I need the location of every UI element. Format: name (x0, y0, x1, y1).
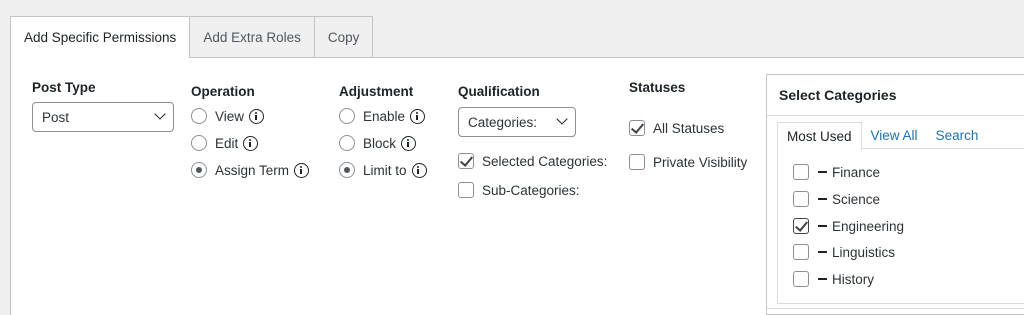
category-label: Finance (832, 164, 881, 180)
category-item-finance[interactable]: Finance (793, 164, 880, 180)
checkbox-selected-categories[interactable] (458, 153, 474, 169)
tab-view-all[interactable]: View All (862, 122, 927, 149)
operation-label-view: View (215, 108, 245, 124)
tab-copy[interactable]: Copy (313, 16, 374, 58)
checkbox-sub-categories[interactable] (458, 182, 474, 198)
qualification-label-selected-categories: Selected Categories: (482, 153, 608, 169)
post-type-heading: Post Type (32, 80, 96, 95)
category-item-history[interactable]: History (793, 271, 874, 287)
adjustment-label-enable: Enable (363, 108, 406, 124)
info-icon[interactable] (249, 108, 265, 124)
qualification-select[interactable]: Categories: (458, 107, 576, 137)
dash-icon (818, 251, 827, 253)
category-list: Finance Science Engineering Linguistics … (777, 148, 1024, 304)
checkbox-all-statuses[interactable] (629, 120, 645, 136)
qualification-option-selected-categories[interactable]: Selected Categories: (458, 151, 607, 171)
category-label: Engineering (832, 218, 905, 234)
status-option-private-visibility[interactable]: Private Visibility (629, 152, 747, 172)
select-categories-title: Select Categories (767, 75, 1024, 116)
checkbox-private-visibility[interactable] (629, 154, 645, 170)
adjustment-heading: Adjustment (339, 84, 414, 99)
checkbox-engineering[interactable] (793, 218, 809, 234)
category-tabs: Most Used View All Search (777, 122, 988, 150)
status-option-all-statuses[interactable]: All Statuses (629, 118, 724, 138)
dash-icon (818, 171, 827, 173)
adjustment-label-limit-to: Limit to (363, 162, 407, 178)
qualification-label-sub-categories: Sub-Categories: (482, 182, 580, 198)
select-categories-box: Select Categories Most Used View All Sea… (766, 74, 1024, 315)
qualification-option-sub-categories[interactable]: Sub-Categories: (458, 180, 580, 200)
chevron-down-icon (154, 108, 166, 120)
operation-option-view[interactable]: View (191, 106, 265, 126)
category-label: History (832, 271, 875, 287)
post-type-select[interactable]: Post (32, 102, 174, 132)
radio-edit[interactable] (191, 135, 207, 151)
statuses-heading: Statuses (629, 80, 686, 95)
permission-tabs: Add Specific Permissions Add Extra Roles… (10, 16, 374, 59)
operation-option-edit[interactable]: Edit (191, 133, 259, 153)
category-label: Science (832, 191, 881, 207)
radio-block[interactable] (339, 135, 355, 151)
category-item-engineering[interactable]: Engineering (793, 218, 904, 234)
adjustment-option-enable[interactable]: Enable (339, 106, 426, 126)
checkbox-linguistics[interactable] (793, 244, 809, 260)
tab-most-used[interactable]: Most Used (777, 122, 862, 150)
radio-assign-term[interactable] (191, 162, 207, 178)
category-box-divider (767, 308, 1024, 309)
checkbox-history[interactable] (793, 271, 809, 287)
chevron-down-icon (556, 113, 568, 125)
category-item-science[interactable]: Science (793, 191, 880, 207)
info-icon[interactable] (410, 108, 426, 124)
checkbox-finance[interactable] (793, 164, 809, 180)
radio-limit-to[interactable] (339, 162, 355, 178)
post-type-value: Post (42, 109, 70, 125)
operation-option-assign-term[interactable]: Assign Term (191, 160, 310, 180)
info-icon[interactable] (294, 162, 310, 178)
radio-enable[interactable] (339, 108, 355, 124)
qualification-value: Categories: (468, 114, 538, 130)
info-icon[interactable] (411, 162, 427, 178)
category-label: Linguistics (832, 244, 896, 260)
tab-add-extra-roles[interactable]: Add Extra Roles (189, 16, 315, 58)
dash-icon (818, 225, 827, 227)
adjustment-option-block[interactable]: Block (339, 133, 417, 153)
status-label-private-visibility: Private Visibility (653, 154, 748, 170)
operation-heading: Operation (191, 84, 255, 99)
tab-add-specific-permissions[interactable]: Add Specific Permissions (10, 16, 191, 59)
operation-label-assign-term: Assign Term (215, 162, 290, 178)
category-item-linguistics[interactable]: Linguistics (793, 244, 895, 260)
adjustment-option-limit-to[interactable]: Limit to (339, 160, 427, 180)
qualification-heading: Qualification (458, 84, 540, 99)
adjustment-label-block: Block (363, 135, 397, 151)
checkbox-science[interactable] (793, 191, 809, 207)
tab-search[interactable]: Search (927, 122, 988, 149)
radio-view[interactable] (191, 108, 207, 124)
info-icon[interactable] (243, 135, 259, 151)
operation-label-edit: Edit (215, 135, 239, 151)
dash-icon (818, 198, 827, 200)
status-label-all-statuses: All Statuses (653, 120, 725, 136)
dash-icon (818, 278, 827, 280)
info-icon[interactable] (401, 135, 417, 151)
